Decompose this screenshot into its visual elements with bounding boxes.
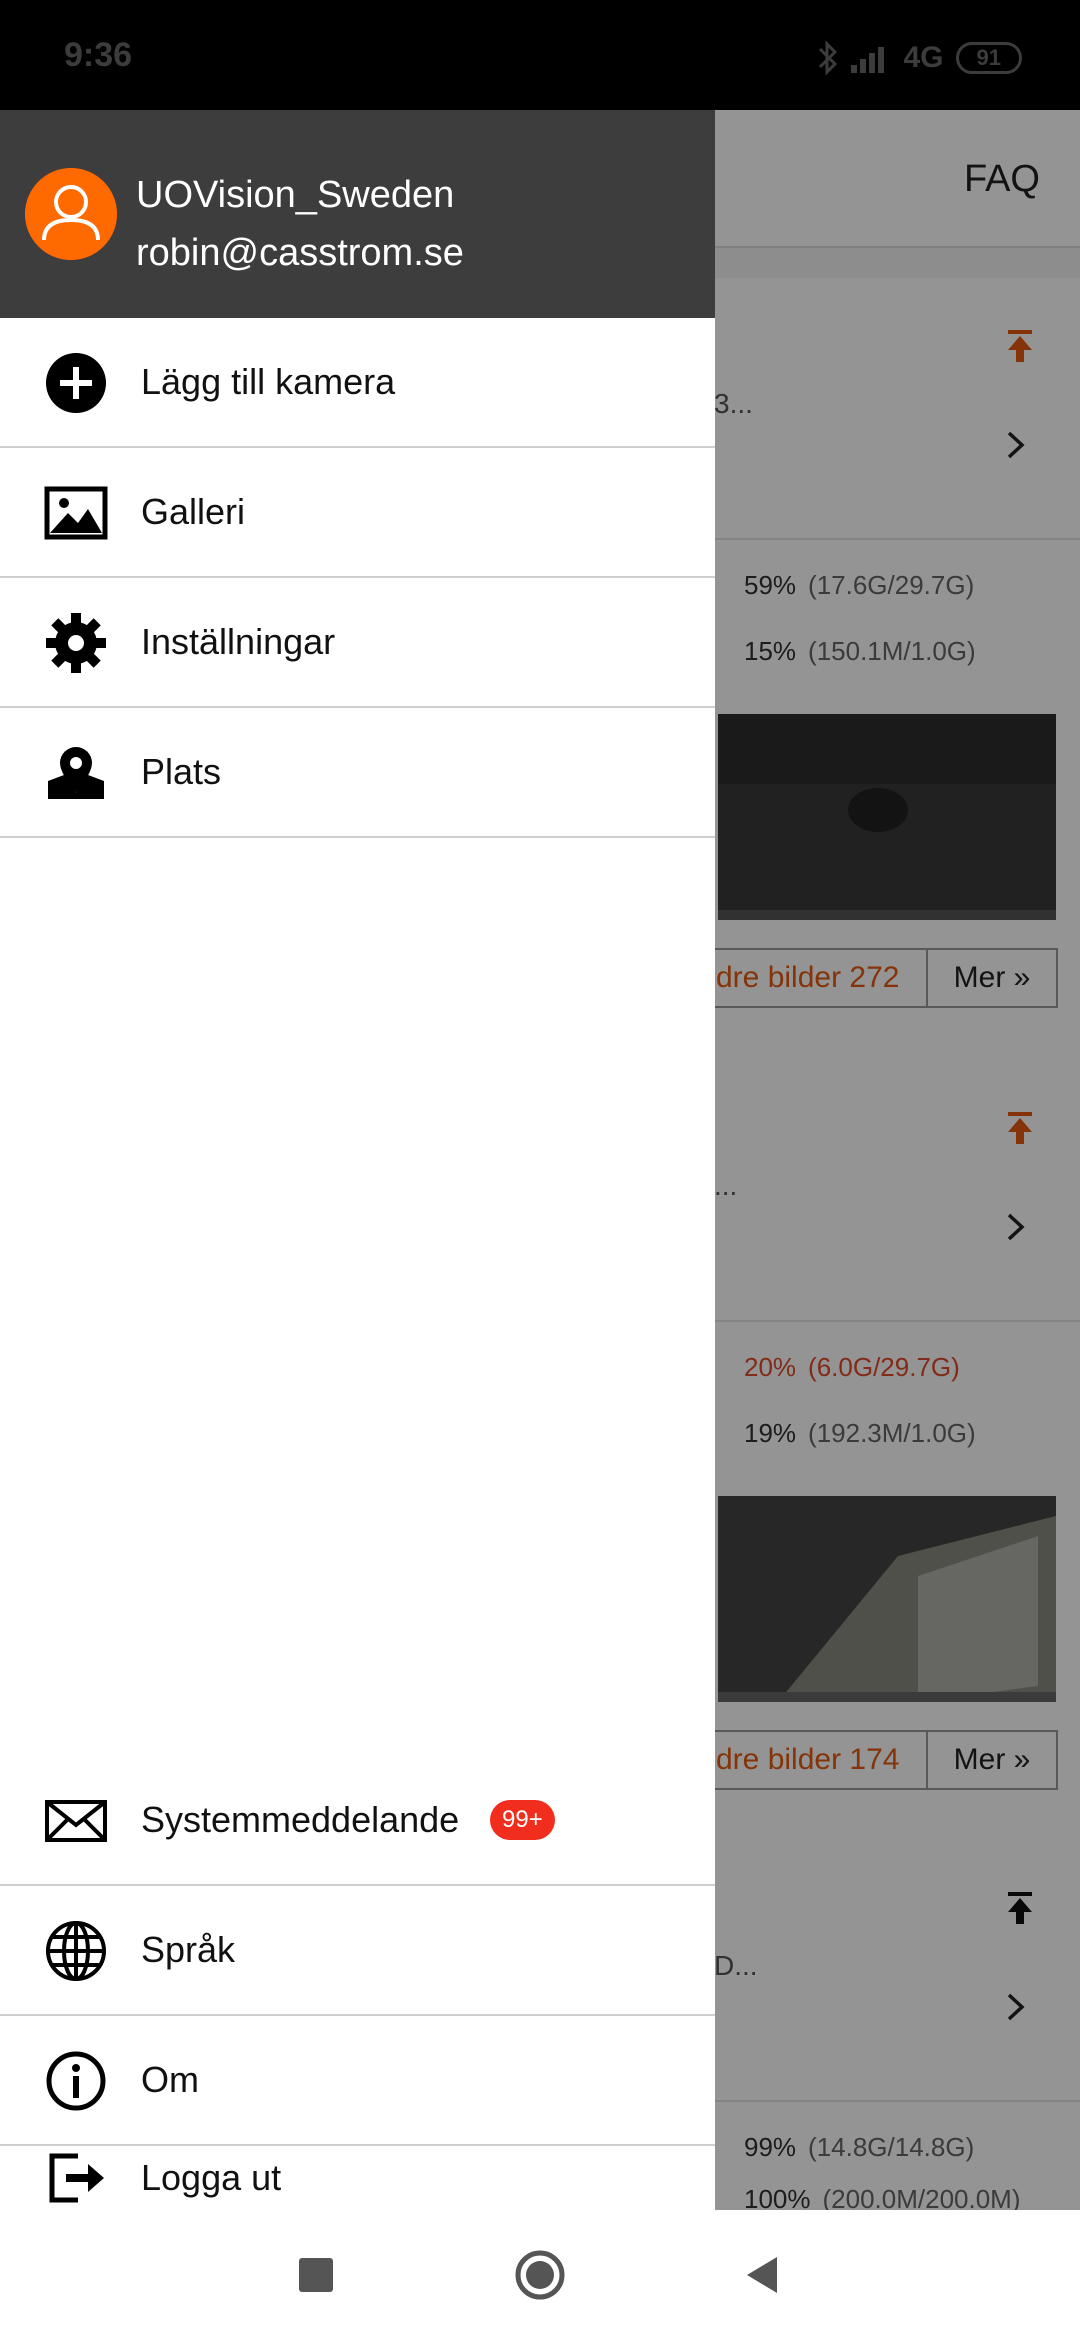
menu-item-location[interactable]: Plats: [0, 708, 715, 838]
battery-level: 91: [976, 45, 1001, 70]
user-name: UOVision_Sweden: [136, 174, 455, 216]
menu-item-language[interactable]: Språk: [0, 1886, 715, 2016]
menu-item-gallery[interactable]: Galleri: [0, 448, 715, 578]
menu-label: Plats: [141, 751, 222, 792]
menu-label: Om: [141, 2059, 199, 2100]
menu-item-add-camera[interactable]: Lägg till kamera: [0, 318, 715, 448]
menu-item-logout[interactable]: Logga ut: [0, 2146, 715, 2210]
logout-icon: [49, 2153, 104, 2203]
triangle-back-icon: [747, 2257, 777, 2293]
drawer-header: UOVision_Sweden robin@casstrom.se: [0, 110, 715, 318]
avatar[interactable]: [25, 168, 117, 260]
status-time: 9:36: [64, 36, 133, 74]
status-icons: 4G 91: [817, 38, 1022, 78]
menu-label: Inställningar: [141, 621, 336, 662]
menu-label: Galleri: [141, 491, 246, 532]
add-circle-icon: [46, 353, 106, 413]
navigation-drawer: UOVision_Sweden robin@casstrom.se Lägg t…: [0, 110, 715, 2210]
menu-item-system-messages[interactable]: Systemmeddelande 99+: [0, 1756, 715, 1886]
system-nav-bar: [0, 2210, 1080, 2340]
network-type: 4G: [903, 41, 944, 74]
bluetooth-icon: [819, 40, 838, 76]
image-icon: [44, 486, 108, 540]
recent-apps-button[interactable]: [284, 2243, 348, 2307]
menu-label: Lägg till kamera: [141, 361, 396, 402]
signal-icon: [851, 47, 885, 73]
battery-indicator: 91: [955, 42, 1022, 74]
status-bar: 9:36 4G 91: [0, 0, 1080, 110]
map-pin-icon: [48, 747, 104, 799]
menu-item-settings[interactable]: Inställningar: [0, 578, 715, 708]
back-button[interactable]: [730, 2243, 794, 2307]
info-icon: [46, 2051, 106, 2111]
square-icon: [299, 2258, 333, 2292]
gear-icon: [46, 613, 106, 673]
mail-icon: [45, 1800, 107, 1842]
user-email: robin@casstrom.se: [136, 232, 464, 274]
globe-icon: [46, 1921, 106, 1981]
menu-label: Språk: [141, 1929, 236, 1970]
circle-icon: [515, 2250, 565, 2300]
home-button[interactable]: [508, 2243, 572, 2307]
notification-badge: 99+: [490, 1800, 555, 1840]
menu-item-about[interactable]: Om: [0, 2016, 715, 2146]
menu-label: Logga ut: [141, 2157, 282, 2198]
menu-label: Systemmeddelande: [141, 1799, 460, 1840]
